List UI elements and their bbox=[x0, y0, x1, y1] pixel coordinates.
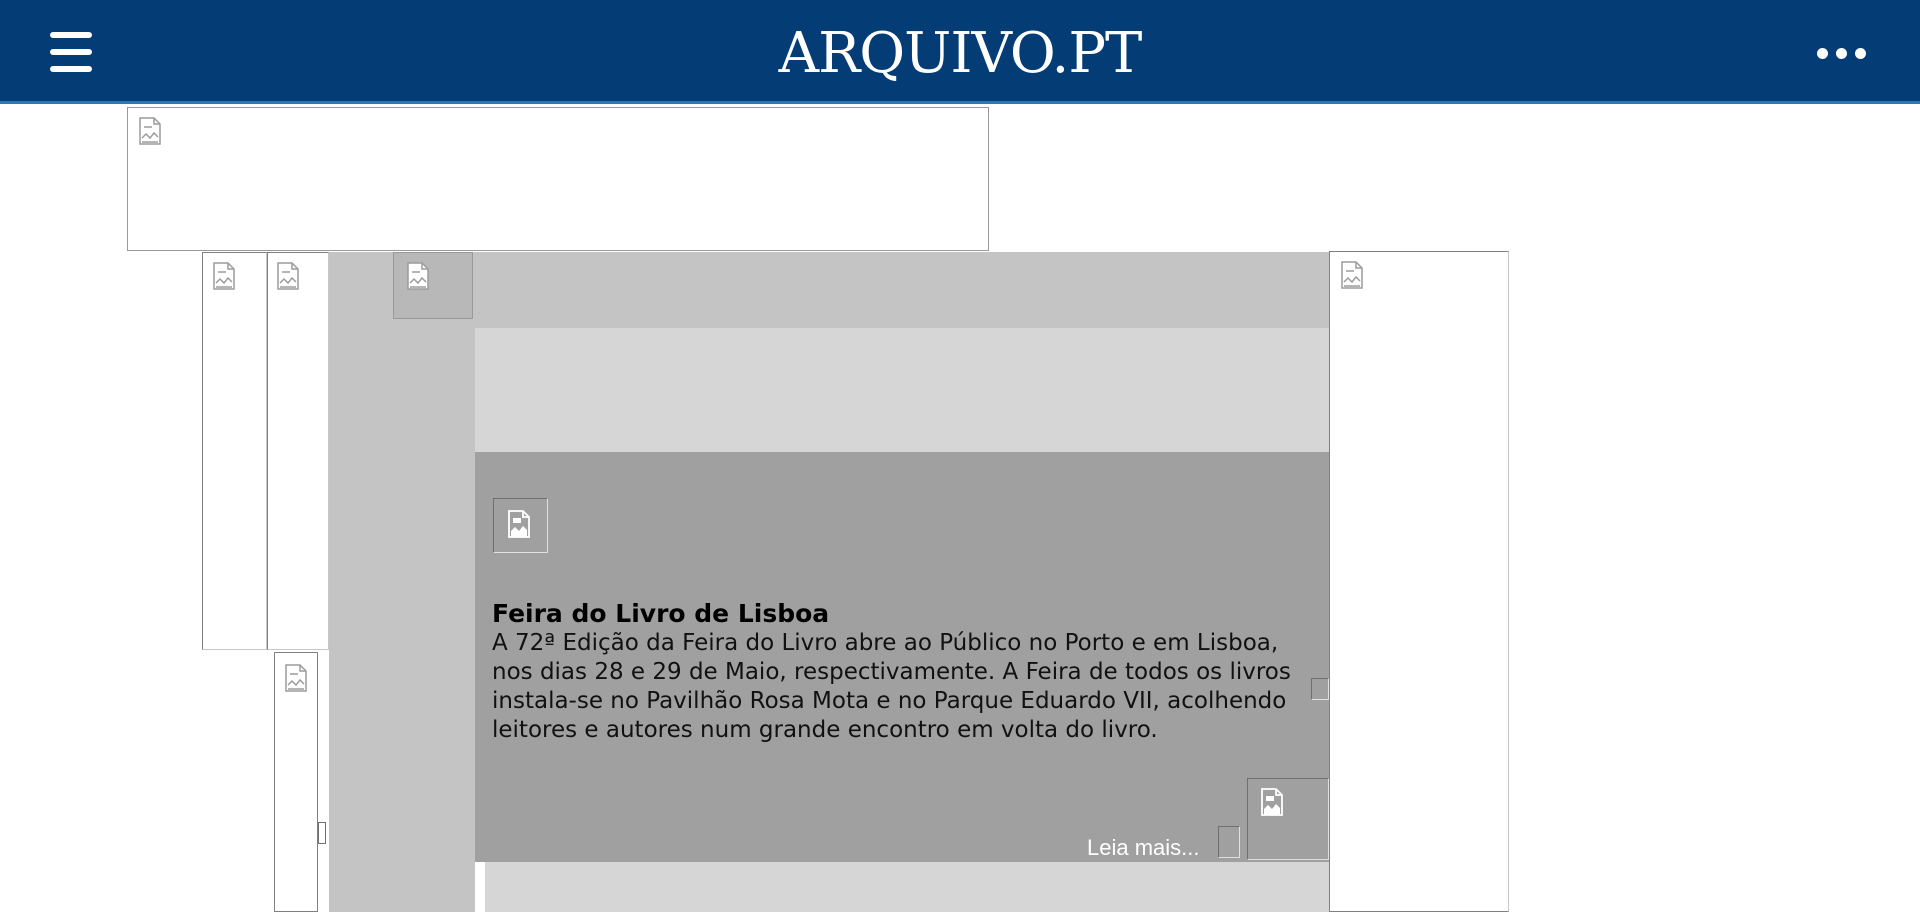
broken-image-icon bbox=[507, 509, 533, 541]
small-image-placeholder bbox=[1218, 826, 1240, 858]
broken-image-icon bbox=[1260, 787, 1286, 819]
read-more-link[interactable]: Leia mais... bbox=[1087, 835, 1200, 861]
news-body: A 72ª Edição da Feira do Livro abre ao P… bbox=[492, 630, 1291, 743]
news-image-placeholder bbox=[1247, 778, 1329, 860]
broken-image-icon bbox=[138, 116, 164, 148]
broken-image-icon bbox=[406, 261, 432, 293]
site-logo[interactable]: ARQUIVO.PT bbox=[0, 18, 1920, 90]
news-title[interactable]: Feira do Livro de Lisboa bbox=[492, 599, 829, 629]
header-bar: ARQUIVO.PT bbox=[0, 0, 1920, 104]
side-image-placeholder-2 bbox=[267, 252, 329, 650]
light-band bbox=[475, 328, 1329, 452]
broken-image-icon bbox=[212, 261, 238, 293]
side-image-placeholder-1 bbox=[202, 252, 267, 650]
more-options-icon[interactable] bbox=[1817, 48, 1867, 60]
thumbnail-placeholder bbox=[393, 252, 473, 319]
news-icon-placeholder bbox=[493, 498, 548, 553]
side-image-placeholder-3 bbox=[274, 652, 318, 912]
broken-image-icon bbox=[284, 663, 310, 695]
broken-image-icon bbox=[276, 261, 302, 293]
right-image-placeholder bbox=[1329, 251, 1509, 912]
broken-image-icon bbox=[1340, 260, 1366, 292]
top-strip bbox=[475, 252, 1329, 328]
banner-image-placeholder bbox=[127, 107, 989, 251]
small-image-placeholder bbox=[318, 822, 326, 844]
gray-column bbox=[329, 252, 475, 912]
